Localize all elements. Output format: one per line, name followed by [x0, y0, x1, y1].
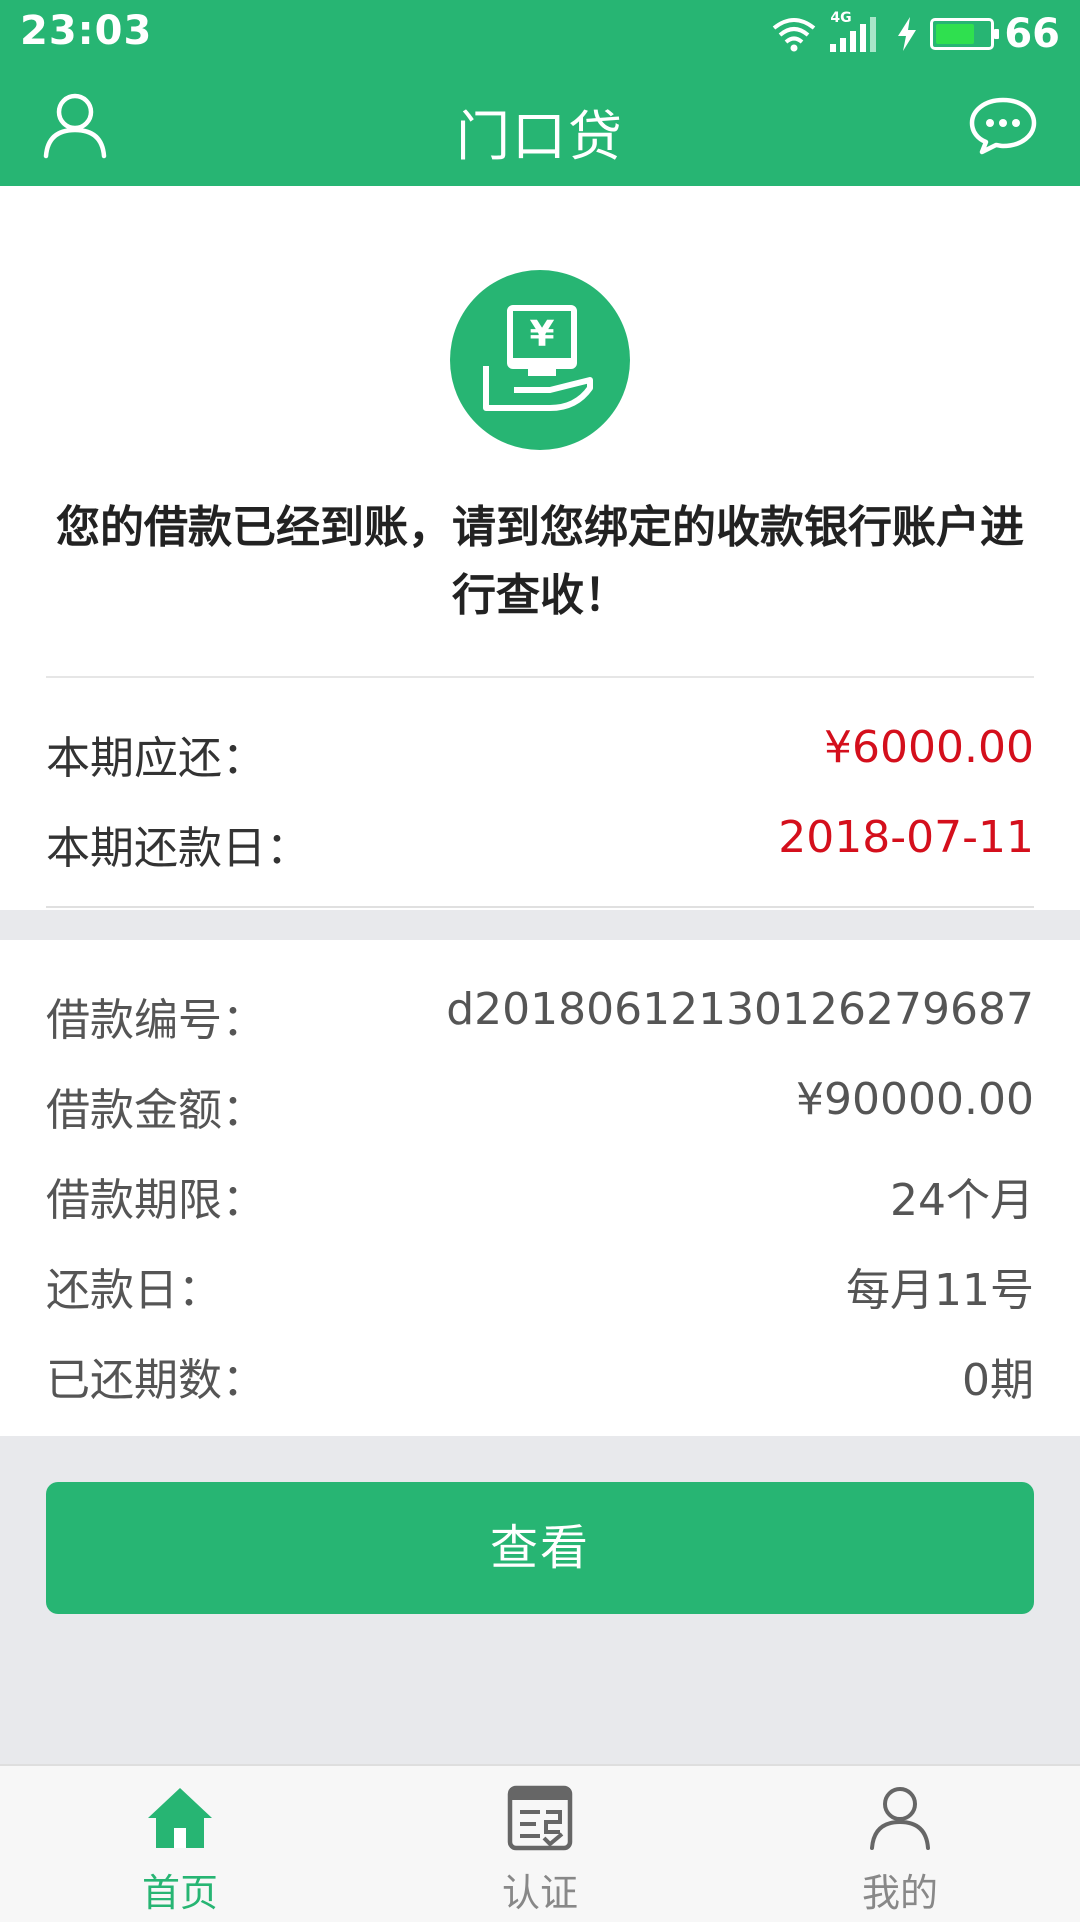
tab-home[interactable]: 首页 — [0, 1766, 360, 1922]
view-button[interactable]: 查看 — [46, 1482, 1034, 1614]
loan-term-label: 借款期限： — [46, 1175, 266, 1226]
loan-number-row: 借款编号： d20180612130126279687 — [46, 984, 1034, 1046]
status-bar: 23:03 4G 66 — [0, 0, 1080, 68]
loan-summary-card: ¥ 您的借款已经到账，请到您绑定的收款银行账户进行查收！ 本期应还： ¥6000… — [0, 186, 1080, 910]
current-due-date-label: 本期还款日： — [46, 823, 310, 874]
money-hand-icon: ¥ — [450, 270, 630, 450]
tab-mine[interactable]: 我的 — [720, 1766, 1080, 1922]
current-due-label: 本期应还： — [46, 733, 266, 784]
repayment-day-row: 还款日： 每月11号 — [46, 1254, 1034, 1316]
status-time: 23:03 — [20, 8, 153, 54]
paid-periods-label: 已还期数： — [46, 1355, 266, 1406]
current-due-row: 本期应还： ¥6000.00 — [46, 722, 1034, 784]
loan-amount-row: 借款金额： ¥90000.00 — [46, 1074, 1034, 1136]
home-icon — [148, 1788, 212, 1848]
loan-amount-label: 借款金额： — [46, 1085, 266, 1136]
paid-periods-row: 已还期数： 0期 — [46, 1344, 1034, 1406]
tab-verify-label: 认证 — [501, 1871, 578, 1915]
loan-term-row: 借款期限： 24个月 — [46, 1164, 1034, 1226]
nav-bar: 门口贷 — [0, 68, 1080, 186]
tab-home-label: 首页 — [141, 1871, 218, 1915]
divider — [46, 906, 1034, 908]
battery-icon — [930, 18, 1000, 50]
bottom-tab-bar: 首页 认证 我的 — [0, 1764, 1080, 1922]
loan-number-label: 借款编号： — [46, 995, 266, 1046]
charging-icon — [898, 17, 917, 51]
divider — [46, 676, 1034, 678]
page-title: 门口贷 — [456, 105, 624, 168]
loan-term-value: 24个月 — [890, 1175, 1034, 1226]
tab-verify[interactable]: 认证 — [360, 1766, 720, 1922]
wifi-icon — [773, 18, 816, 52]
current-due-value: ¥6000.00 — [824, 722, 1034, 773]
loan-amount-value: ¥90000.00 — [796, 1074, 1034, 1125]
loan-details-card: 借款编号： d20180612130126279687 借款金额： ¥90000… — [0, 940, 1080, 1436]
signal-icon: 4G — [828, 10, 878, 54]
paid-periods-value: 0期 — [962, 1355, 1034, 1406]
repayment-day-value: 每月11号 — [846, 1265, 1034, 1316]
current-due-date-row: 本期还款日： 2018-07-11 — [46, 812, 1034, 874]
svg-text:¥: ¥ — [529, 314, 554, 355]
repayment-day-label: 还款日： — [46, 1265, 222, 1316]
chat-bubble-icon — [969, 97, 1037, 155]
status-indicators: 4G 66 — [772, 6, 1060, 62]
tab-mine-label: 我的 — [861, 1871, 938, 1915]
verify-icon — [507, 1785, 573, 1851]
arrival-message: 您的借款已经到账，请到您绑定的收款银行账户进行查收！ — [56, 502, 1024, 621]
top-bar: 23:03 4G 66 门口贷 — [0, 0, 1080, 186]
message-button[interactable] — [968, 96, 1038, 156]
current-due-date-value: 2018-07-11 — [778, 812, 1034, 863]
profile-icon — [870, 1787, 930, 1850]
battery-level: 66 — [1004, 11, 1060, 57]
loan-number-value: d20180612130126279687 — [446, 984, 1034, 1035]
